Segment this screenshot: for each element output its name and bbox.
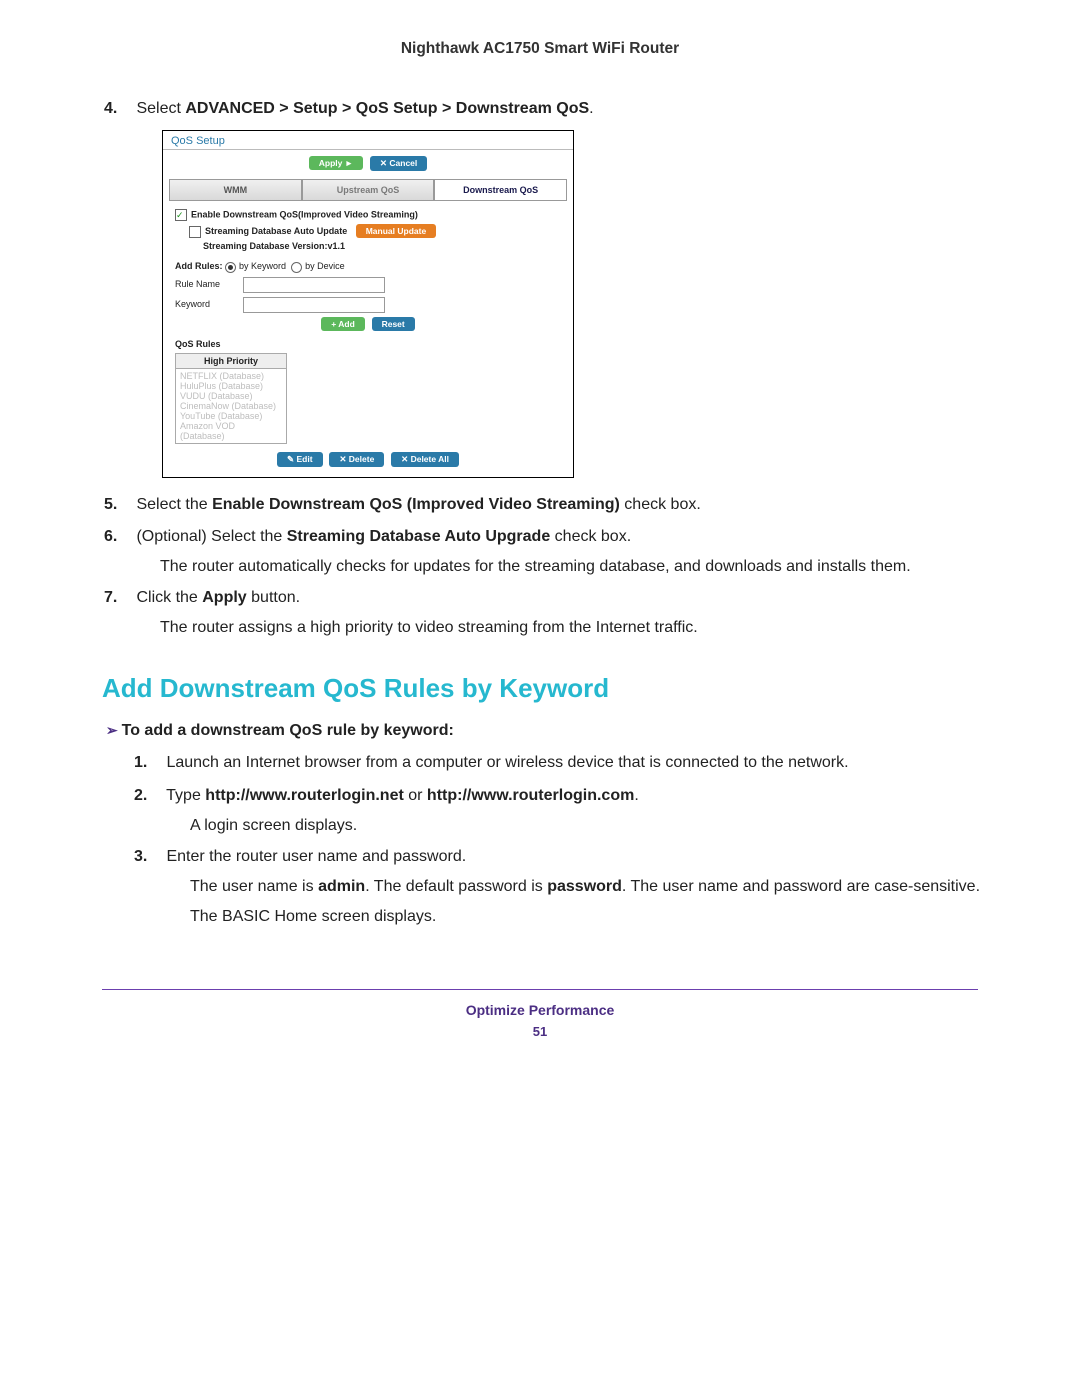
proc-step-1: 1. Launch an Internet browser from a com… bbox=[162, 752, 988, 774]
manual-update-button[interactable]: Manual Update bbox=[356, 224, 436, 238]
section-heading: Add Downstream QoS Rules by Keyword bbox=[102, 673, 1008, 704]
page-header: Nighthawk AC1750 Smart WiFi Router bbox=[72, 40, 1008, 58]
edit-button[interactable]: ✎ Edit bbox=[277, 452, 323, 467]
step-5: 5. Select the Enable Downstream QoS (Imp… bbox=[132, 494, 988, 516]
step-6: 6. (Optional) Select the Streaming Datab… bbox=[132, 526, 988, 548]
rule-name-input[interactable] bbox=[243, 277, 385, 293]
delete-button[interactable]: ✕ Delete bbox=[329, 452, 384, 467]
priority-items[interactable]: NETFLIX (Database) HuluPlus (Database) V… bbox=[176, 369, 286, 443]
list-item[interactable]: HuluPlus (Database) bbox=[180, 381, 282, 391]
qos-tabs: WMM Upstream QoS Downstream QoS bbox=[169, 179, 567, 201]
reset-button[interactable]: Reset bbox=[372, 317, 415, 331]
para-apply-result: The router assigns a high priority to vi… bbox=[160, 617, 988, 639]
list-item[interactable]: VUDU (Database) bbox=[180, 391, 282, 401]
footer-divider bbox=[102, 989, 978, 990]
qos-screenshot: QoS Setup Apply ► ✕ Cancel WMM Upstream … bbox=[162, 130, 574, 477]
nav-path: ADVANCED > Setup > QoS Setup > Downstrea… bbox=[185, 100, 589, 117]
radio-by-keyword[interactable] bbox=[225, 262, 236, 273]
panel-title: QoS Setup bbox=[163, 131, 573, 150]
delete-all-button[interactable]: ✕ Delete All bbox=[391, 452, 459, 467]
cancel-button[interactable]: ✕ Cancel bbox=[370, 156, 427, 171]
proc-step-3-sub-a: The user name is admin. The default pass… bbox=[190, 876, 988, 898]
footer-page-number: 51 bbox=[72, 1024, 1008, 1039]
priority-list: High Priority NETFLIX (Database) HuluPlu… bbox=[175, 353, 287, 444]
checkbox-auto-update[interactable] bbox=[189, 226, 201, 238]
para-auto-update: The router automatically checks for upda… bbox=[160, 556, 988, 578]
list-item[interactable]: YouTube (Database) bbox=[180, 411, 282, 421]
procedure-intro: To add a downstream QoS rule by keyword: bbox=[132, 722, 1008, 740]
proc-step-3-sub-b: The BASIC Home screen displays. bbox=[190, 906, 988, 928]
checkbox-enable-downstream[interactable] bbox=[175, 209, 187, 221]
proc-step-2-sub: A login screen displays. bbox=[190, 815, 988, 837]
list-item[interactable]: Amazon VOD (Database) bbox=[180, 421, 282, 441]
proc-step-2: 2. Type http://www.routerlogin.net or ht… bbox=[162, 785, 988, 807]
tab-upstream[interactable]: Upstream QoS bbox=[302, 179, 435, 201]
radio-by-device[interactable] bbox=[291, 262, 302, 273]
step-text: Select bbox=[136, 100, 185, 117]
step-number: 4. bbox=[104, 98, 132, 120]
keyword-input[interactable] bbox=[243, 297, 385, 313]
list-item[interactable]: CinemaNow (Database) bbox=[180, 401, 282, 411]
step-4: 4. Select ADVANCED > Setup > QoS Setup >… bbox=[132, 98, 988, 120]
apply-button[interactable]: Apply ► bbox=[309, 156, 363, 170]
add-button[interactable]: + Add bbox=[321, 317, 365, 331]
step-7: 7. Click the Apply button. bbox=[132, 587, 988, 609]
tab-wmm[interactable]: WMM bbox=[169, 179, 302, 201]
footer-label: Optimize Performance bbox=[72, 1002, 1008, 1018]
list-item[interactable]: NETFLIX (Database) bbox=[180, 371, 282, 381]
proc-step-3: 3. Enter the router user name and passwo… bbox=[162, 846, 988, 868]
tab-downstream[interactable]: Downstream QoS bbox=[434, 179, 567, 201]
